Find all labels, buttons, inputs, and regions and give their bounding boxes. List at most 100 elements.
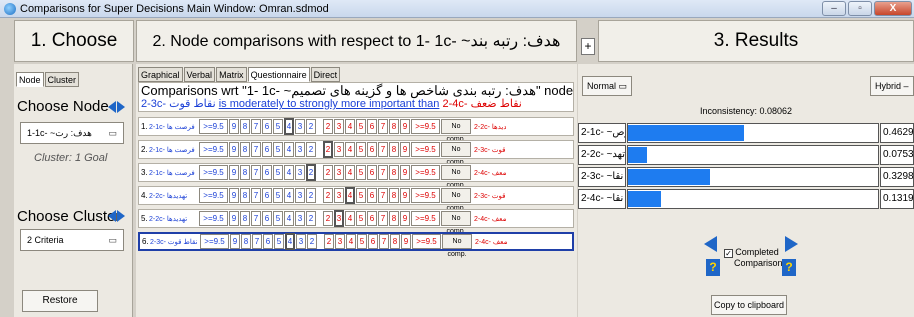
scale-cell-right[interactable]: >=9.5 (411, 188, 440, 203)
scale-cell-left[interactable]: 4 (284, 165, 294, 180)
scale-cell-left[interactable]: 8 (240, 188, 250, 203)
scale-cell-right[interactable]: 6 (367, 142, 377, 157)
scale-cell-right[interactable]: 3 (334, 188, 344, 203)
help-left-icon[interactable]: ? (706, 259, 720, 276)
scale-cell-left[interactable]: >=9.5 (199, 119, 228, 134)
scale-cell-right[interactable]: 4 (345, 165, 355, 180)
no-comparison-button[interactable]: No comp. (441, 119, 471, 143)
previous-cluster-icon[interactable] (108, 210, 116, 222)
scale-cell-right[interactable]: >=9.5 (411, 165, 440, 180)
scale-cell-right[interactable]: 9 (400, 142, 410, 157)
scale-cell-left[interactable]: 3 (295, 188, 305, 203)
scale-cell-right[interactable]: 6 (367, 188, 377, 203)
scale-cell-right[interactable]: 3 (334, 142, 344, 157)
scale-cell-left[interactable]: 5 (273, 211, 283, 226)
scale-cell-left[interactable]: 5 (273, 142, 283, 157)
help-right-icon[interactable]: ? (782, 259, 796, 276)
scale-cell-left[interactable]: 8 (240, 142, 250, 157)
scale-cell-left[interactable]: 6 (262, 188, 272, 203)
scale-cell-right[interactable]: 4 (345, 142, 355, 157)
scale-cell-left[interactable]: 4 (284, 211, 294, 226)
no-comparison-button[interactable]: No comp. (441, 188, 471, 212)
scale-cell-right[interactable]: 5 (356, 188, 366, 203)
scale-cell-right[interactable]: 9 (400, 188, 410, 203)
scale-cell-right[interactable]: 5 (356, 211, 366, 226)
scale-cell-right[interactable]: 3 (334, 119, 344, 134)
scale-cell-left[interactable]: 3 (295, 165, 305, 180)
scale-cell-right[interactable]: 2 (323, 141, 333, 158)
scale-cell-left[interactable]: 8 (240, 165, 250, 180)
scale-cell-right[interactable]: 2 (324, 234, 334, 249)
scale-cell-right[interactable]: 6 (367, 165, 377, 180)
scale-cell-right[interactable]: 4 (345, 119, 355, 134)
scale-cell-right[interactable]: 3 (334, 210, 344, 227)
scale-cell-right[interactable]: 5 (356, 119, 366, 134)
scale-cell-right[interactable]: 8 (389, 119, 399, 134)
restore-button[interactable]: Restore (22, 290, 98, 312)
node-select[interactable]: 1-1c- ~هدف: رت ▭ (20, 122, 124, 144)
scale-cell-left[interactable]: 5 (273, 119, 283, 134)
scale-cell-right[interactable]: 6 (367, 119, 377, 134)
scale-cell-right[interactable]: 7 (378, 142, 388, 157)
scale-cell-left[interactable]: 6 (263, 234, 273, 249)
normal-mode-select[interactable]: Normal ▭ (582, 76, 633, 96)
scale-cell-left[interactable]: 2 (306, 142, 316, 157)
scale-cell-left[interactable]: 5 (273, 165, 283, 180)
tab-matrix[interactable]: Matrix (216, 67, 247, 82)
tab-verbal[interactable]: Verbal (183, 67, 216, 82)
scale-cell-left[interactable]: 5 (274, 234, 284, 249)
scale-cell-left[interactable]: 3 (295, 119, 305, 134)
scale-cell-left[interactable]: 7 (251, 119, 261, 134)
scale-cell-left[interactable]: 8 (240, 211, 250, 226)
scale-cell-left[interactable]: 3 (295, 211, 305, 226)
scale-cell-left[interactable]: 8 (240, 119, 250, 134)
no-comparison-button[interactable]: No comp. (441, 165, 471, 189)
scale-cell-left[interactable]: 2 (306, 164, 316, 181)
scale-cell-left[interactable]: 6 (262, 142, 272, 157)
scale-cell-left[interactable]: 9 (229, 211, 239, 226)
scale-cell-left[interactable]: 7 (252, 234, 262, 249)
tab-questionnaire[interactable]: Questionnaire (247, 67, 310, 82)
scale-cell-left[interactable]: 3 (295, 142, 305, 157)
scale-cell-right[interactable]: 2 (323, 119, 333, 134)
previous-node-icon[interactable] (108, 101, 116, 113)
scale-cell-right[interactable]: 9 (400, 211, 410, 226)
scale-cell-right[interactable]: 9 (400, 165, 410, 180)
scale-cell-left[interactable]: 9 (229, 119, 239, 134)
scale-cell-left[interactable]: 4 (284, 118, 294, 135)
scale-cell-right[interactable]: 7 (379, 234, 389, 249)
tab-graphical[interactable]: Graphical (138, 67, 183, 82)
scale-cell-right[interactable]: >=9.5 (411, 119, 440, 134)
scale-cell-left[interactable]: 6 (262, 211, 272, 226)
maximize-button[interactable]: ▫ (848, 1, 872, 16)
scale-cell-left[interactable]: 6 (262, 119, 272, 134)
scale-cell-right[interactable]: 8 (390, 234, 400, 249)
no-comparison-button[interactable]: No comp. (441, 211, 471, 235)
scale-cell-left[interactable]: >=9.5 (199, 142, 228, 157)
hybrid-mode-select[interactable]: Hybrid – (870, 76, 914, 96)
scale-cell-right[interactable]: 3 (334, 165, 344, 180)
no-comparison-button[interactable]: No comp. (441, 142, 471, 166)
no-comparison-button[interactable]: No comp. (442, 234, 472, 258)
next-node-icon[interactable] (117, 101, 125, 113)
scale-cell-left[interactable]: 2 (306, 211, 316, 226)
scale-cell-left[interactable]: 7 (251, 165, 261, 180)
scale-cell-right[interactable]: 2 (323, 211, 333, 226)
scale-cell-right[interactable]: 9 (401, 234, 411, 249)
scale-cell-left[interactable]: >=9.5 (200, 234, 229, 249)
scale-cell-right[interactable]: 8 (389, 165, 399, 180)
scale-cell-right[interactable]: 3 (335, 234, 345, 249)
scale-cell-right[interactable]: 5 (356, 165, 366, 180)
cluster-select[interactable]: 2 Criteria ▭ (20, 229, 124, 251)
copy-to-clipboard-button[interactable]: Copy to clipboard (711, 295, 787, 315)
scale-cell-left[interactable]: >=9.5 (199, 211, 228, 226)
scale-cell-left[interactable]: 7 (251, 142, 261, 157)
scale-cell-left[interactable]: 8 (241, 234, 251, 249)
scale-cell-left[interactable]: 2 (306, 119, 316, 134)
scale-cell-left[interactable]: 9 (230, 234, 240, 249)
scale-cell-right[interactable]: 5 (356, 142, 366, 157)
scale-cell-right[interactable]: 6 (367, 211, 377, 226)
scale-cell-right[interactable]: 8 (389, 142, 399, 157)
scale-cell-right[interactable]: 2 (323, 165, 333, 180)
scale-cell-left[interactable]: 7 (251, 211, 261, 226)
